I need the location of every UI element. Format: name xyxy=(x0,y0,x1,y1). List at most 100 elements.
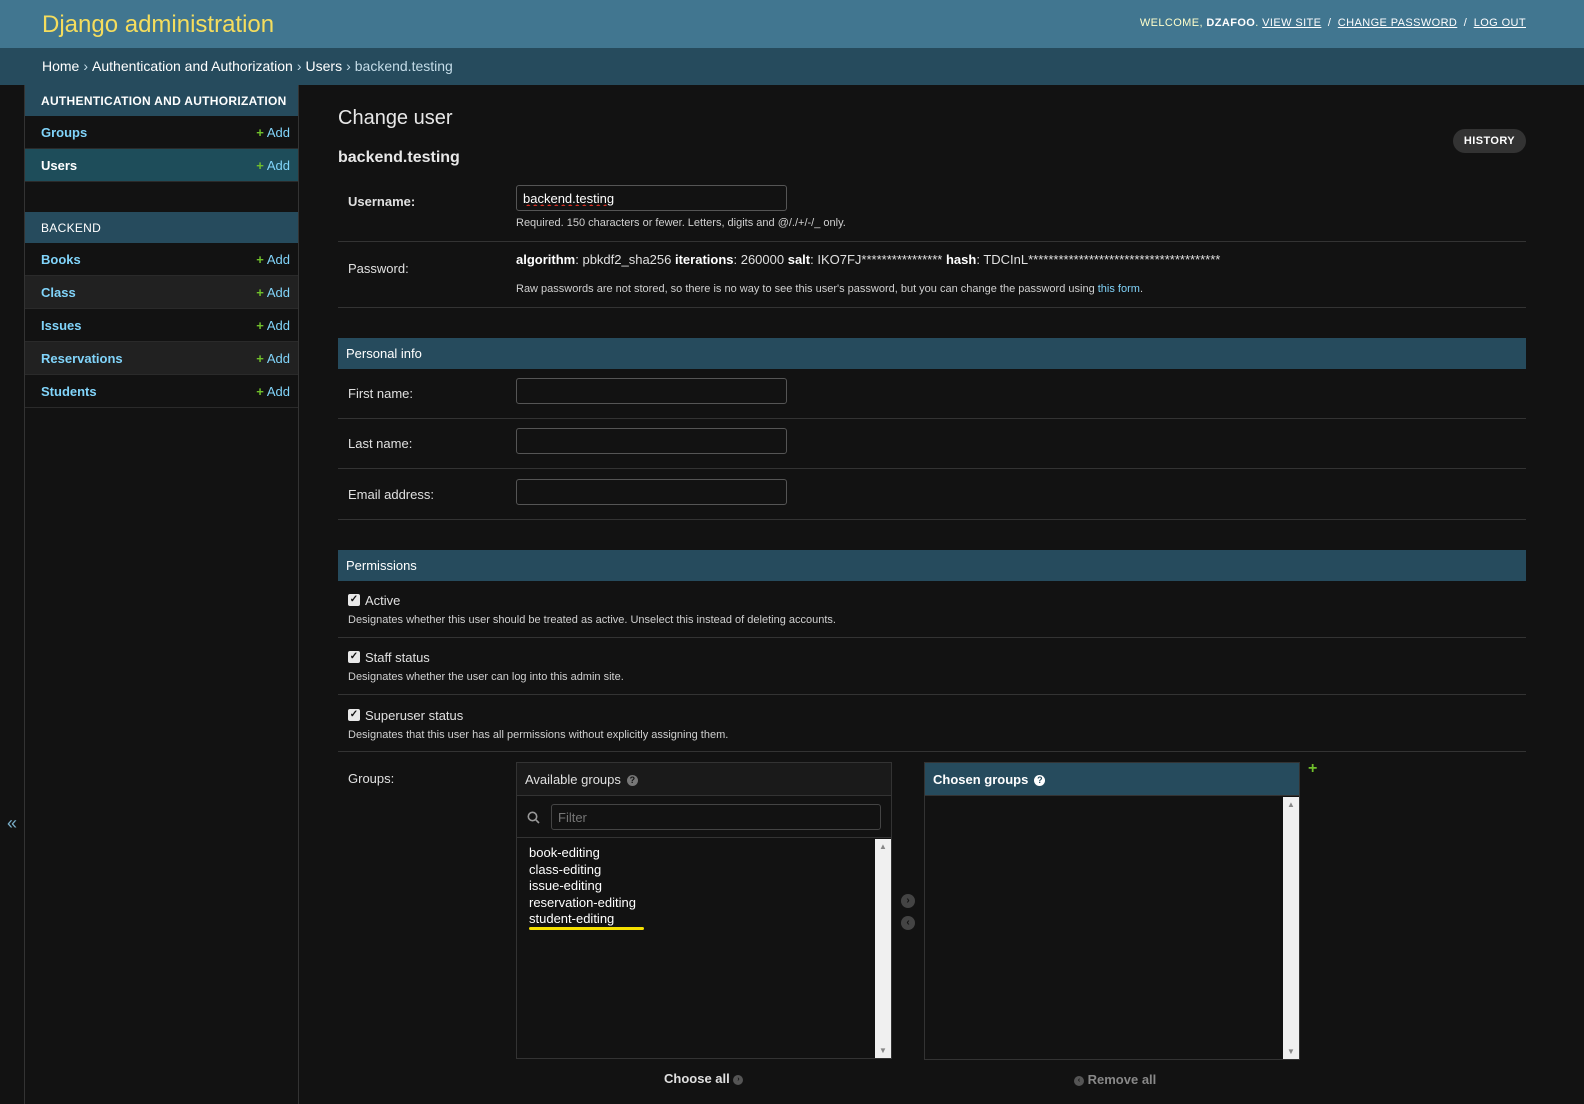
chosen-groups-scrollbar[interactable]: ▲ ▼ xyxy=(1283,797,1299,1059)
help-icon[interactable]: ? xyxy=(626,775,638,787)
header-bar: Django administration WELCOME, DZAFOO. V… xyxy=(0,0,1584,48)
active-label[interactable]: Active xyxy=(365,593,400,608)
staff-label[interactable]: Staff status xyxy=(365,650,430,665)
add-group-plus-icon[interactable]: + xyxy=(1308,760,1317,778)
last-name-field[interactable] xyxy=(516,428,787,454)
page-title: Change user xyxy=(338,107,453,129)
choose-all-button[interactable]: Choose all › xyxy=(664,1071,744,1086)
username-label: Username: xyxy=(348,194,416,209)
chosen-groups-list[interactable]: ▲ ▼ xyxy=(925,797,1299,1059)
breadcrumb-app[interactable]: Authentication and Authorization xyxy=(92,58,293,74)
available-groups-list[interactable]: book-editing class-editing issue-editing… xyxy=(517,839,891,1058)
iterations-value: : 260000 xyxy=(733,252,788,267)
sidebar-item-label[interactable]: Class xyxy=(41,285,76,300)
last-name-row: Last name: xyxy=(338,419,1526,469)
sidebar-item-issues: Issues + Add xyxy=(25,309,298,342)
first-name-field[interactable] xyxy=(516,378,787,404)
history-button[interactable]: HISTORY xyxy=(1452,129,1526,153)
list-item[interactable]: student-editing xyxy=(517,911,891,928)
add-label: Add xyxy=(266,318,290,333)
welcome-username: DZAFOO xyxy=(1206,17,1256,29)
staff-checkbox[interactable]: ✓ xyxy=(348,651,360,663)
sidebar-item-label[interactable]: Books xyxy=(41,252,81,267)
add-class-link[interactable]: + Add xyxy=(256,285,290,300)
scroll-up-icon[interactable]: ▲ xyxy=(879,842,887,851)
module-caption-auth[interactable]: AUTHENTICATION AND AUTHORIZATION xyxy=(25,85,298,116)
email-label: Email address: xyxy=(348,487,434,502)
site-brand[interactable]: Django administration xyxy=(42,11,274,39)
remove-arrow-icon[interactable]: ‹ xyxy=(901,916,915,930)
sidebar-item-users: Users + Add xyxy=(25,149,298,182)
list-item[interactable]: reservation-editing xyxy=(517,895,891,912)
add-students-link[interactable]: + Add xyxy=(256,384,290,399)
active-checkbox[interactable]: ✓ xyxy=(348,594,360,606)
iterations-key: iterations xyxy=(674,252,734,267)
sidebar-item-label[interactable]: Reservations xyxy=(41,351,123,366)
available-groups-title: Available groups xyxy=(525,772,621,787)
plus-icon: + xyxy=(256,384,264,399)
username-help: Required. 150 characters or fewer. Lette… xyxy=(516,217,846,229)
collapse-sidebar-icon[interactable]: « xyxy=(7,813,17,834)
welcome-period: . xyxy=(1255,17,1259,29)
scroll-up-icon[interactable]: ▲ xyxy=(1287,800,1295,809)
hash-key: hash xyxy=(945,252,977,267)
available-groups-header: Available groups? xyxy=(517,763,891,796)
sidebar-item-reservations: Reservations + Add xyxy=(25,342,298,375)
sidebar-toggle-rail[interactable]: « xyxy=(0,85,25,1104)
email-field[interactable] xyxy=(516,479,787,505)
sidebar-item-label[interactable]: Users xyxy=(41,158,77,173)
plus-icon: + xyxy=(256,252,264,267)
nav-sidebar: AUTHENTICATION AND AUTHORIZATION Groups … xyxy=(25,85,299,1104)
add-label: Add xyxy=(266,252,290,267)
sidebar-item-groups: Groups + Add xyxy=(25,116,298,149)
add-label: Add xyxy=(266,351,290,366)
sidebar-item-label[interactable]: Groups xyxy=(41,125,87,140)
username-field[interactable] xyxy=(516,185,787,211)
breadcrumb-arrow: › xyxy=(346,58,351,74)
password-help-text: Raw passwords are not stored, so there i… xyxy=(516,283,1098,295)
object-subtitle: backend.testing xyxy=(338,149,460,166)
superuser-checkbox[interactable]: ✓ xyxy=(348,709,360,721)
algorithm-value: : pbkdf2_sha256 xyxy=(575,252,675,267)
add-users-link[interactable]: + Add xyxy=(256,158,290,173)
change-password-form-link[interactable]: this form xyxy=(1098,283,1140,295)
sidebar-item-books: Books + Add xyxy=(25,243,298,276)
filter-input[interactable] xyxy=(551,804,881,830)
add-groups-link[interactable]: + Add xyxy=(256,125,290,140)
scroll-down-icon[interactable]: ▼ xyxy=(879,1046,887,1055)
log-out-link[interactable]: LOG OUT xyxy=(1474,17,1526,29)
choose-arrow-icon[interactable]: › xyxy=(901,894,915,908)
sidebar-item-students: Students + Add xyxy=(25,375,298,408)
sidebar-item-label[interactable]: Issues xyxy=(41,318,81,333)
email-row: Email address: xyxy=(338,469,1526,520)
last-name-label: Last name: xyxy=(348,436,413,451)
help-icon[interactable]: ? xyxy=(1034,775,1046,787)
sidebar-item-label[interactable]: Students xyxy=(41,384,97,399)
add-reservations-link[interactable]: + Add xyxy=(256,351,290,366)
user-tools-separator: / xyxy=(1327,17,1332,29)
list-item[interactable]: class-editing xyxy=(517,862,891,879)
breadcrumb-model[interactable]: Users xyxy=(306,58,343,74)
salt-value: : IKO7FJ**************** xyxy=(810,252,946,267)
add-issues-link[interactable]: + Add xyxy=(256,318,290,333)
list-item[interactable]: issue-editing xyxy=(517,878,891,895)
salt-key: salt xyxy=(787,252,811,267)
change-password-link[interactable]: CHANGE PASSWORD xyxy=(1338,17,1457,29)
module-caption-backend[interactable]: BACKEND xyxy=(25,212,298,243)
superuser-label[interactable]: Superuser status xyxy=(365,708,463,723)
search-icon xyxy=(527,811,540,824)
add-books-link[interactable]: + Add xyxy=(256,252,290,267)
plus-icon: + xyxy=(256,285,264,300)
active-row: ✓ Active Designates whether this user sh… xyxy=(338,581,1526,638)
available-groups-scrollbar[interactable]: ▲ ▼ xyxy=(875,839,891,1058)
personal-info-caption: Personal info xyxy=(338,338,1526,369)
user-tools-separator: / xyxy=(1463,17,1468,29)
list-item[interactable]: book-editing xyxy=(517,845,891,862)
remove-all-button[interactable]: ‹ Remove all xyxy=(1074,1072,1156,1087)
breadcrumb-home[interactable]: Home xyxy=(42,58,79,74)
view-site-link[interactable]: VIEW SITE xyxy=(1262,17,1321,29)
scroll-down-icon[interactable]: ▼ xyxy=(1287,1047,1295,1056)
breadcrumb-arrow: › xyxy=(83,58,89,74)
staff-help: Designates whether the user can log into… xyxy=(348,671,624,683)
welcome-text: WELCOME, xyxy=(1139,17,1203,29)
